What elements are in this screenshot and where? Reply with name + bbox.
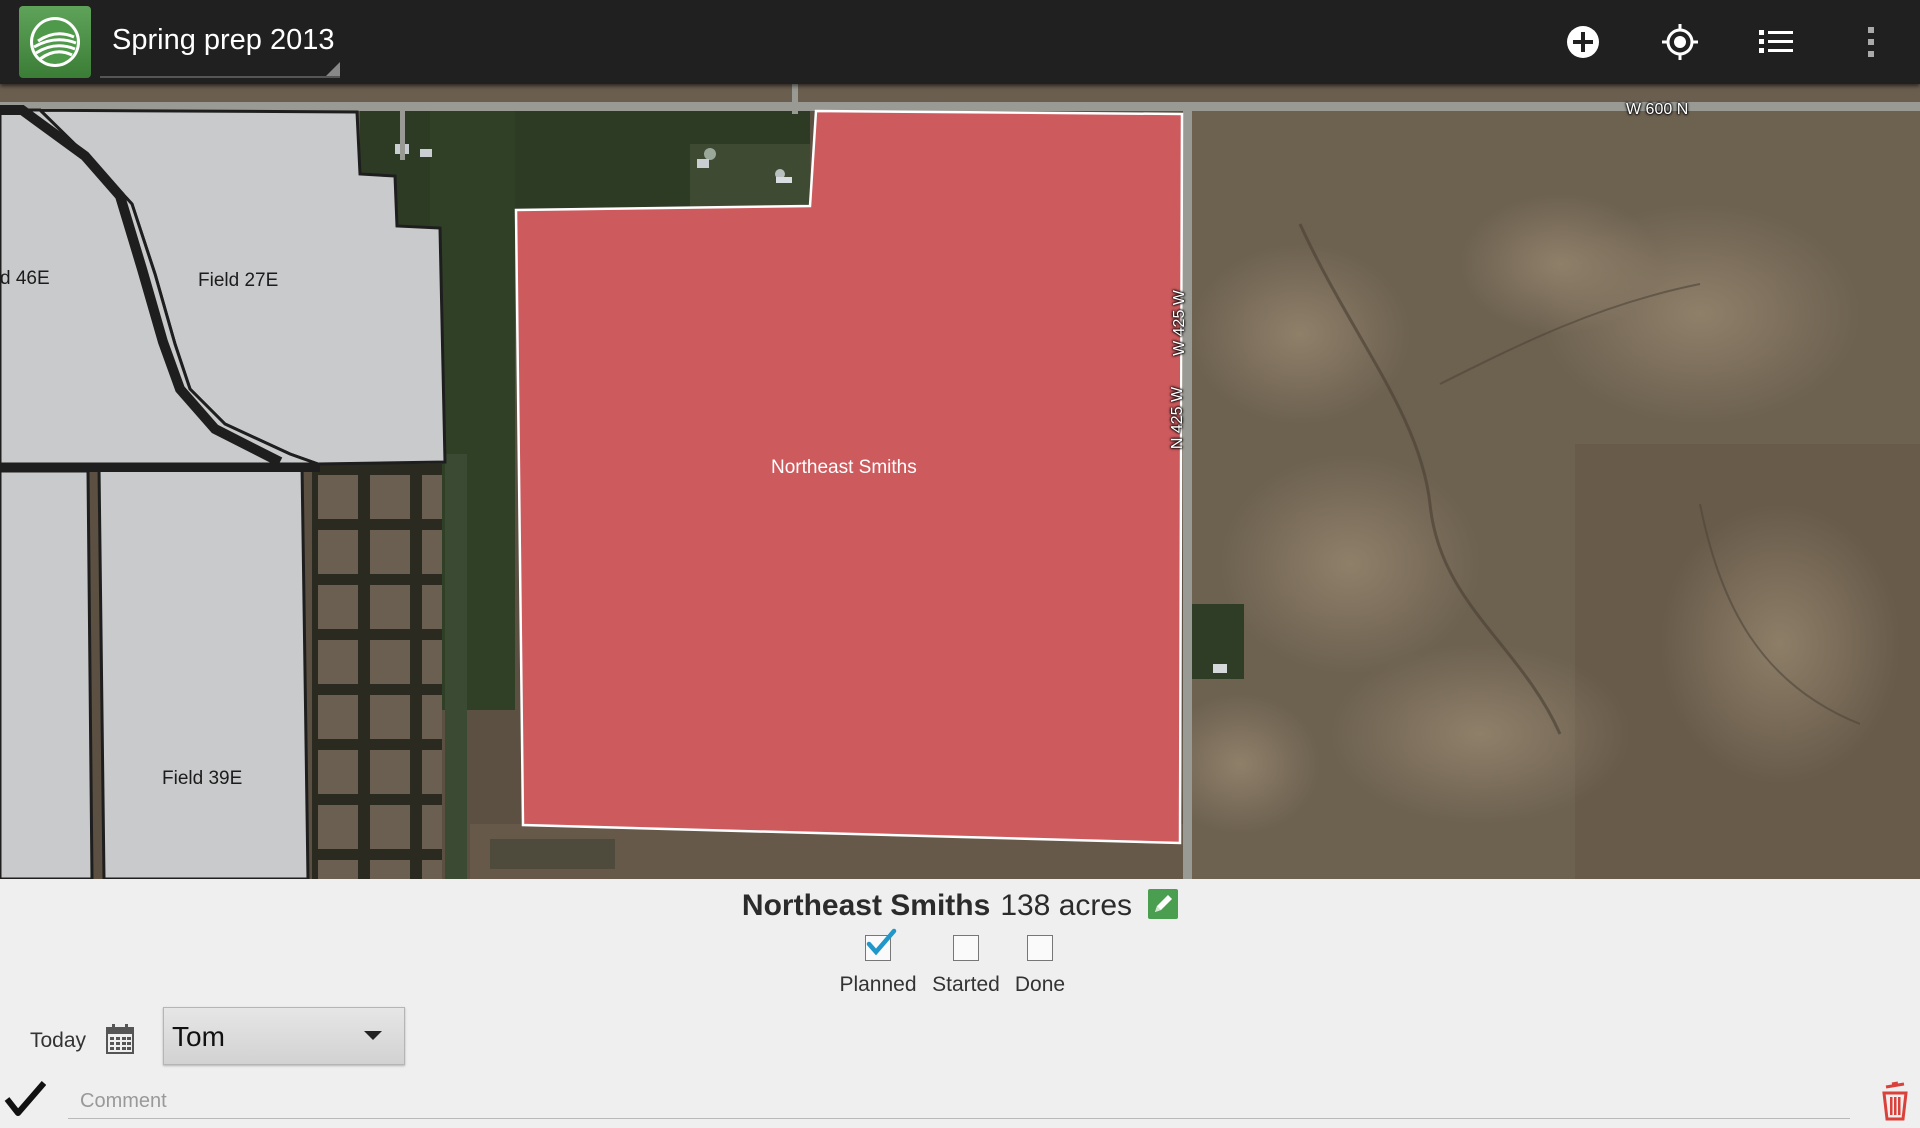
confirm-check-icon[interactable] <box>4 1079 47 1119</box>
done-label: Done <box>1014 973 1066 996</box>
comment-input[interactable] <box>68 1085 1850 1119</box>
person-dropdown-value: Tom <box>172 1021 225 1052</box>
checkmark-icon <box>866 928 897 956</box>
satellite-imagery <box>0 84 1920 879</box>
planned-label: Planned <box>839 973 917 996</box>
started-label: Started <box>932 973 1000 996</box>
field-map[interactable]: d 46E Field 27E Field 39E Northeast Smit… <box>0 84 1920 879</box>
app-logo-icon[interactable] <box>19 6 91 78</box>
planned-checkbox[interactable] <box>865 928 897 961</box>
list-icon[interactable] <box>1748 14 1804 70</box>
overflow-menu-icon[interactable] <box>1843 14 1899 70</box>
plan-title: Spring prep 2013 <box>112 24 335 56</box>
action-bar: Spring prep 2013 <box>0 0 1920 84</box>
field-detail-panel: Northeast Smiths 138 acres Planned Starte… <box>0 879 1920 1128</box>
trash-icon[interactable] <box>1880 1081 1910 1121</box>
spinner-corner-indicator <box>326 62 340 76</box>
date-label[interactable]: Today <box>30 1029 86 1053</box>
started-checkbox[interactable] <box>953 935 979 961</box>
calendar-icon[interactable] <box>106 1024 134 1054</box>
road-label-n425w: N 425 W <box>1169 386 1187 450</box>
selected-field-name: Northeast Smiths <box>741 889 991 922</box>
status-planned[interactable]: Planned <box>838 928 918 1005</box>
selected-field-acres: 138 acres <box>1000 889 1133 922</box>
field-label-39e[interactable]: Field 39E <box>162 768 242 790</box>
done-checkbox[interactable] <box>1027 935 1053 961</box>
my-location-icon[interactable] <box>1652 14 1708 70</box>
field-heading: Northeast Smiths 138 acres <box>0 889 1920 923</box>
dropdown-arrow-icon <box>364 1031 382 1040</box>
field-label-27e[interactable]: Field 27E <box>198 270 278 292</box>
person-dropdown[interactable]: Tom <box>163 1007 405 1065</box>
edit-pencil-icon[interactable] <box>1148 889 1179 919</box>
road-label-w425w: W 425 W <box>1170 290 1188 356</box>
status-started[interactable]: Started <box>926 935 1006 1005</box>
plan-selector-spinner[interactable]: Spring prep 2013 <box>100 8 340 78</box>
field-label-northeast-smiths[interactable]: Northeast Smiths <box>771 457 917 479</box>
field-label-46e[interactable]: d 46E <box>0 268 50 290</box>
road-label-w600n: W 600 N <box>1626 101 1689 118</box>
status-done[interactable]: Done <box>1000 935 1080 1005</box>
add-circle-icon[interactable] <box>1555 14 1611 70</box>
